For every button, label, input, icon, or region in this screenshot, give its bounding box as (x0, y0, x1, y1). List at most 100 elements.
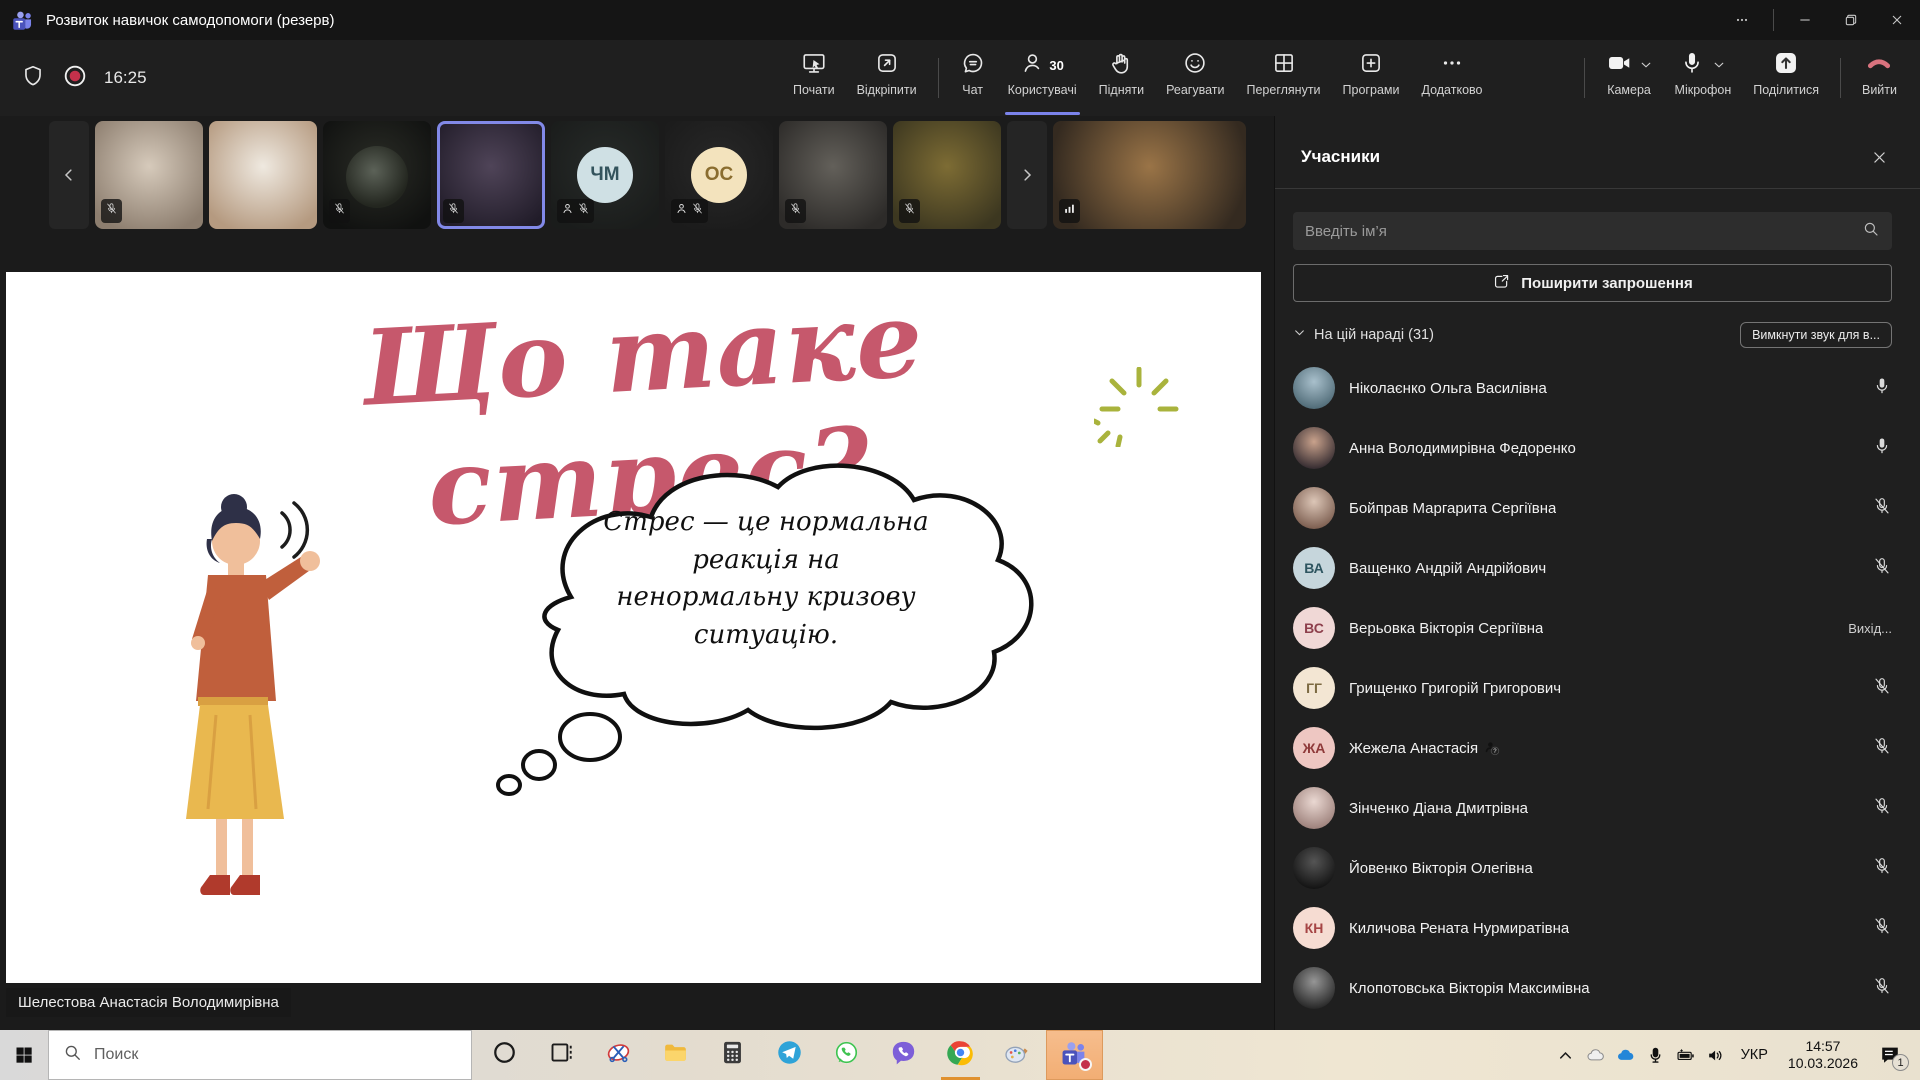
whatsapp-icon (833, 1039, 860, 1071)
participant-row[interactable]: Бойправ Маргарита Сергіївна (1275, 478, 1920, 538)
participant-audio-state (1872, 556, 1892, 581)
toolbar-button-people[interactable]: 30Користувачі (997, 40, 1088, 116)
toolbar-button-label: Користувачі (1008, 83, 1077, 97)
tray-chevron-up-icon[interactable] (1551, 1030, 1581, 1080)
taskbar-whatsapp-button[interactable] (818, 1030, 875, 1080)
participant-audio-state (1872, 976, 1892, 1001)
minimize-button[interactable] (1782, 0, 1828, 40)
close-button[interactable] (1874, 0, 1920, 40)
mic-muted-icon (903, 202, 916, 220)
restore-button[interactable] (1828, 0, 1874, 40)
participant-photo-avatar (1293, 787, 1335, 829)
participant-name: Йовенко Вікторія Олегівна (1349, 860, 1533, 877)
onedrive-blue-icon[interactable] (1611, 1030, 1641, 1080)
participant-row[interactable]: ВАВащенко Андрій Андрійович (1275, 538, 1920, 598)
video-tile[interactable] (323, 121, 431, 229)
chevron-down-icon[interactable] (1293, 326, 1306, 344)
toolbar-button-leave[interactable]: Вийти (1851, 40, 1908, 116)
mic-muted-icon (1872, 496, 1892, 521)
toolbar-button-mic[interactable]: Мікрофон (1664, 40, 1743, 116)
participant-photo-avatar (1293, 487, 1335, 529)
volume-icon[interactable] (1701, 1030, 1731, 1080)
participant-row[interactable]: Йовенко Вікторія Олегівна (1275, 838, 1920, 898)
toolbar-button-more[interactable]: Додатково (1410, 40, 1493, 116)
task-view-icon (548, 1039, 575, 1071)
strip-scroll-left-button[interactable] (49, 121, 89, 229)
titlebar-more-icon[interactable] (1719, 0, 1765, 40)
cloud-text: Стрес — це нормальна реакція на ненормал… (546, 504, 986, 655)
taskbar-snipping-tool-button[interactable] (590, 1030, 647, 1080)
start-button[interactable] (0, 1030, 48, 1080)
participant-audio-state (1872, 436, 1892, 461)
taskbar-calculator-button[interactable] (704, 1030, 761, 1080)
toolbar-button-apps[interactable]: Програми (1332, 40, 1411, 116)
search-icon (63, 1043, 82, 1067)
sparkle-decoration (1094, 367, 1184, 452)
participant-photo-avatar (1293, 967, 1335, 1009)
participant-search (1293, 212, 1892, 250)
participant-row[interactable]: КНКиличова Рената Нурмиратівна (1275, 898, 1920, 958)
taskbar-paint-button[interactable] (989, 1030, 1046, 1080)
video-tile[interactable] (209, 121, 317, 229)
search-icon (1862, 220, 1880, 243)
mic-on-icon (1872, 376, 1892, 401)
tile-initials-avatar: ОС (691, 147, 747, 203)
mute-all-button[interactable]: Вимкнути звук для в... (1740, 322, 1892, 348)
video-tile[interactable]: ОС (665, 121, 773, 229)
taskbar-search-input[interactable] (94, 1046, 457, 1064)
video-tile[interactable]: ЧМ (551, 121, 659, 229)
unpin-icon (874, 50, 900, 81)
notification-center-button[interactable]: 1 (1868, 1030, 1912, 1080)
security-shield-icon[interactable] (20, 63, 46, 94)
participant-row[interactable]: ВСВерьовка Вікторія СергіївнаВихід... (1275, 598, 1920, 658)
participant-row[interactable]: ГГГрищенко Григорій Григорович (1275, 658, 1920, 718)
video-tile[interactable] (437, 121, 545, 229)
toolbar-center-buttons: ПочатиВідкріпити Чат30КористувачіПіднятиР… (782, 40, 1493, 116)
toolbar-button-camera[interactable]: Камера (1595, 40, 1664, 116)
toolbar-button-label: Вийти (1862, 83, 1897, 97)
toolbar-button-start[interactable]: Почати (782, 40, 846, 116)
video-tile[interactable] (779, 121, 887, 229)
video-tile[interactable] (1053, 121, 1246, 229)
taskbar-task-view-button[interactable] (533, 1030, 590, 1080)
taskbar-cortana-button[interactable] (476, 1030, 533, 1080)
camera-options-chevron-icon[interactable] (1639, 58, 1653, 72)
taskbar-viber-button[interactable] (875, 1030, 932, 1080)
teams-logo-icon (12, 9, 34, 31)
toolbar-button-raise[interactable]: Підняти (1088, 40, 1155, 116)
taskbar-chrome-button[interactable] (932, 1030, 989, 1080)
taskbar-file-explorer-button[interactable] (647, 1030, 704, 1080)
participant-row[interactable]: Ніколаєнко Ольга Василівна (1275, 358, 1920, 418)
toolbar-divider (1584, 58, 1585, 98)
onedrive-gray-icon[interactable] (1581, 1030, 1611, 1080)
language-indicator[interactable]: УКР (1731, 1047, 1778, 1063)
battery-icon[interactable] (1671, 1030, 1701, 1080)
toolbar-divider (938, 58, 939, 98)
taskbar-teams-button[interactable] (1046, 1030, 1103, 1080)
toolbar-button-share[interactable]: Поділитися (1742, 40, 1830, 116)
participant-row[interactable]: Анна Володимирівна Федоренко (1275, 418, 1920, 478)
participant-row[interactable]: ЖАЖежела Анастасія? (1275, 718, 1920, 778)
participant-row[interactable]: Клопотовська Вікторія Максимівна (1275, 958, 1920, 1018)
taskbar-clock[interactable]: 14:5710.03.2026 (1778, 1038, 1868, 1073)
video-tile[interactable] (893, 121, 1001, 229)
toolbar-button-unpin[interactable]: Відкріпити (846, 40, 928, 116)
share-invite-button[interactable]: Поширити запрошення (1293, 264, 1892, 302)
tray-microphone-icon[interactable] (1641, 1030, 1671, 1080)
teams-recording-dot (1079, 1058, 1092, 1071)
video-tile[interactable] (95, 121, 203, 229)
participant-name: Киличова Рената Нурмиратівна (1349, 920, 1569, 937)
meeting-timer: 16:25 (104, 68, 147, 88)
mic-options-chevron-icon[interactable] (1712, 58, 1726, 72)
panel-close-icon[interactable] (1862, 140, 1896, 174)
mic-muted-icon (447, 202, 460, 220)
participant-row[interactable]: Зінченко Діана Дмитрівна (1275, 778, 1920, 838)
clock-time: 14:57 (1788, 1038, 1858, 1056)
taskbar-telegram-button[interactable] (761, 1030, 818, 1080)
toolbar-button-view[interactable]: Переглянути (1235, 40, 1331, 116)
toolbar-button-chat[interactable]: Чат (949, 40, 997, 116)
strip-scroll-right-button[interactable] (1007, 121, 1047, 229)
recording-indicator-icon[interactable] (62, 63, 88, 94)
participant-search-input[interactable] (1305, 223, 1862, 240)
toolbar-button-react[interactable]: Реагувати (1155, 40, 1235, 116)
